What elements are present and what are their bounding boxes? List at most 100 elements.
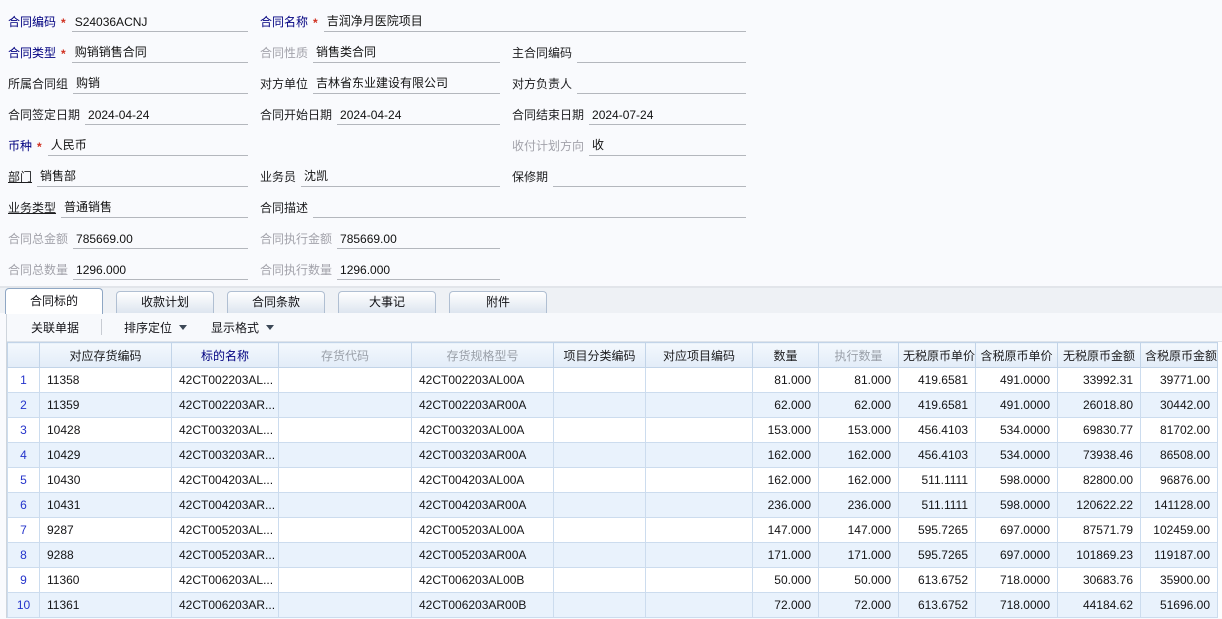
subject-name-cell[interactable]: 42CT002203AR...: [172, 393, 279, 418]
subject-name-cell[interactable]: 42CT006203AL...: [172, 568, 279, 593]
project-code-cell[interactable]: [646, 518, 753, 543]
price-no-tax-cell[interactable]: 419.6581: [899, 393, 976, 418]
price-with-tax-cell[interactable]: 718.0000: [976, 593, 1058, 618]
project-class-code-cell[interactable]: [554, 568, 646, 593]
business-type-label[interactable]: 业务类型: [8, 199, 61, 218]
price-with-tax-cell[interactable]: 598.0000: [976, 493, 1058, 518]
inventory-code-cell[interactable]: 11360: [40, 568, 172, 593]
department-input[interactable]: 销售部: [37, 167, 248, 187]
salesperson-input[interactable]: 沈凯: [301, 167, 500, 187]
spec-model-cell[interactable]: 42CT004203AL00A: [412, 468, 554, 493]
exec-quantity-cell[interactable]: 153.000: [819, 418, 899, 443]
contract-desc-input[interactable]: [313, 215, 746, 218]
price-no-tax-cell[interactable]: 595.7265: [899, 518, 976, 543]
row-number-cell[interactable]: 3: [8, 418, 40, 443]
stock-code-cell[interactable]: [279, 568, 412, 593]
tab-major-events[interactable]: 大事记: [338, 291, 436, 313]
amount-no-tax-cell[interactable]: 73938.46: [1058, 443, 1141, 468]
project-code-cell[interactable]: [646, 468, 753, 493]
price-no-tax-header[interactable]: 无税原币单价: [899, 343, 976, 368]
spec-model-cell[interactable]: 42CT003203AL00A: [412, 418, 554, 443]
tab-attachments[interactable]: 附件: [449, 291, 547, 313]
amount-no-tax-cell[interactable]: 120622.22: [1058, 493, 1141, 518]
tab-contract-terms[interactable]: 合同条款: [227, 291, 325, 313]
exec-quantity-cell[interactable]: 171.000: [819, 543, 899, 568]
amount-with-tax-header[interactable]: 含税原币金额: [1141, 343, 1218, 368]
amount-no-tax-header[interactable]: 无税原币金额: [1058, 343, 1141, 368]
amount-no-tax-cell[interactable]: 44184.62: [1058, 593, 1141, 618]
amount-with-tax-cell[interactable]: 119187.00: [1141, 543, 1218, 568]
business-type-input[interactable]: 普通销售: [61, 198, 248, 218]
stock-code-cell[interactable]: [279, 543, 412, 568]
project-class-code-cell[interactable]: [554, 368, 646, 393]
row-number-cell[interactable]: 1: [8, 368, 40, 393]
row-number-cell[interactable]: 2: [8, 393, 40, 418]
inventory-code-cell[interactable]: 9287: [40, 518, 172, 543]
inventory-code-cell[interactable]: 11358: [40, 368, 172, 393]
price-with-tax-cell[interactable]: 534.0000: [976, 418, 1058, 443]
contract-code-input[interactable]: S24036ACNJ: [72, 15, 248, 32]
tab-contract-subject[interactable]: 合同标的: [5, 288, 103, 314]
quantity-cell[interactable]: 147.000: [753, 518, 819, 543]
price-with-tax-cell[interactable]: 534.0000: [976, 443, 1058, 468]
row-number-cell[interactable]: 5: [8, 468, 40, 493]
project-code-cell[interactable]: [646, 393, 753, 418]
amount-no-tax-cell[interactable]: 101869.23: [1058, 543, 1141, 568]
amount-no-tax-cell[interactable]: 26018.80: [1058, 393, 1141, 418]
project-class-code-cell[interactable]: [554, 543, 646, 568]
amount-with-tax-cell[interactable]: 51696.00: [1141, 593, 1218, 618]
project-class-code-cell[interactable]: [554, 493, 646, 518]
amount-with-tax-cell[interactable]: 96876.00: [1141, 468, 1218, 493]
amount-with-tax-cell[interactable]: 86508.00: [1141, 443, 1218, 468]
price-no-tax-cell[interactable]: 456.4103: [899, 443, 976, 468]
end-date-input[interactable]: 2024-07-24: [589, 108, 746, 125]
amount-with-tax-cell[interactable]: 39771.00: [1141, 368, 1218, 393]
price-with-tax-cell[interactable]: 491.0000: [976, 393, 1058, 418]
exec-quantity-cell[interactable]: 62.000: [819, 393, 899, 418]
stock-code-cell[interactable]: [279, 518, 412, 543]
project-code-cell[interactable]: [646, 368, 753, 393]
tab-receipt-plan[interactable]: 收款计划: [116, 291, 214, 313]
exec-quantity-cell[interactable]: 162.000: [819, 468, 899, 493]
quantity-cell[interactable]: 162.000: [753, 443, 819, 468]
quantity-cell[interactable]: 153.000: [753, 418, 819, 443]
stock-code-cell[interactable]: [279, 393, 412, 418]
amount-with-tax-cell[interactable]: 102459.00: [1141, 518, 1218, 543]
related-docs-button[interactable]: 关联单据: [19, 315, 91, 340]
stock-code-cell[interactable]: [279, 443, 412, 468]
inventory-code-cell[interactable]: 10430: [40, 468, 172, 493]
quantity-cell[interactable]: 171.000: [753, 543, 819, 568]
row-number-cell[interactable]: 10: [8, 593, 40, 618]
quantity-cell[interactable]: 236.000: [753, 493, 819, 518]
amount-no-tax-cell[interactable]: 87571.79: [1058, 518, 1141, 543]
start-date-input[interactable]: 2024-04-24: [337, 108, 500, 125]
project-code-cell[interactable]: [646, 568, 753, 593]
warranty-input[interactable]: [553, 184, 746, 187]
quantity-cell[interactable]: 162.000: [753, 468, 819, 493]
subject-name-cell[interactable]: 42CT003203AR...: [172, 443, 279, 468]
currency-input[interactable]: 人民币: [48, 136, 248, 156]
quantity-cell[interactable]: 50.000: [753, 568, 819, 593]
subject-name-cell[interactable]: 42CT003203AL...: [172, 418, 279, 443]
subject-name-cell[interactable]: 42CT004203AR...: [172, 493, 279, 518]
stock-code-cell[interactable]: [279, 368, 412, 393]
price-no-tax-cell[interactable]: 613.6752: [899, 568, 976, 593]
quantity-cell[interactable]: 72.000: [753, 593, 819, 618]
amount-with-tax-cell[interactable]: 35900.00: [1141, 568, 1218, 593]
spec-model-cell[interactable]: 42CT002203AR00A: [412, 393, 554, 418]
amount-with-tax-cell[interactable]: 81702.00: [1141, 418, 1218, 443]
display-format-button[interactable]: 显示格式: [199, 315, 286, 340]
spec-model-cell[interactable]: 42CT002203AL00A: [412, 368, 554, 393]
contract-name-input[interactable]: 吉润净月医院项目: [324, 12, 746, 32]
spec-model-cell[interactable]: 42CT006203AR00B: [412, 593, 554, 618]
subject-name-header[interactable]: 标的名称: [172, 343, 279, 368]
row-number-cell[interactable]: 4: [8, 443, 40, 468]
inventory-code-cell[interactable]: 11359: [40, 393, 172, 418]
row-number-cell[interactable]: 6: [8, 493, 40, 518]
price-no-tax-cell[interactable]: 595.7265: [899, 543, 976, 568]
counterparty-input[interactable]: 吉林省东业建设有限公司: [313, 74, 500, 94]
spec-model-cell[interactable]: 42CT005203AL00A: [412, 518, 554, 543]
stock-code-cell[interactable]: [279, 468, 412, 493]
inventory-code-cell[interactable]: 10428: [40, 418, 172, 443]
stock-code-cell[interactable]: [279, 493, 412, 518]
